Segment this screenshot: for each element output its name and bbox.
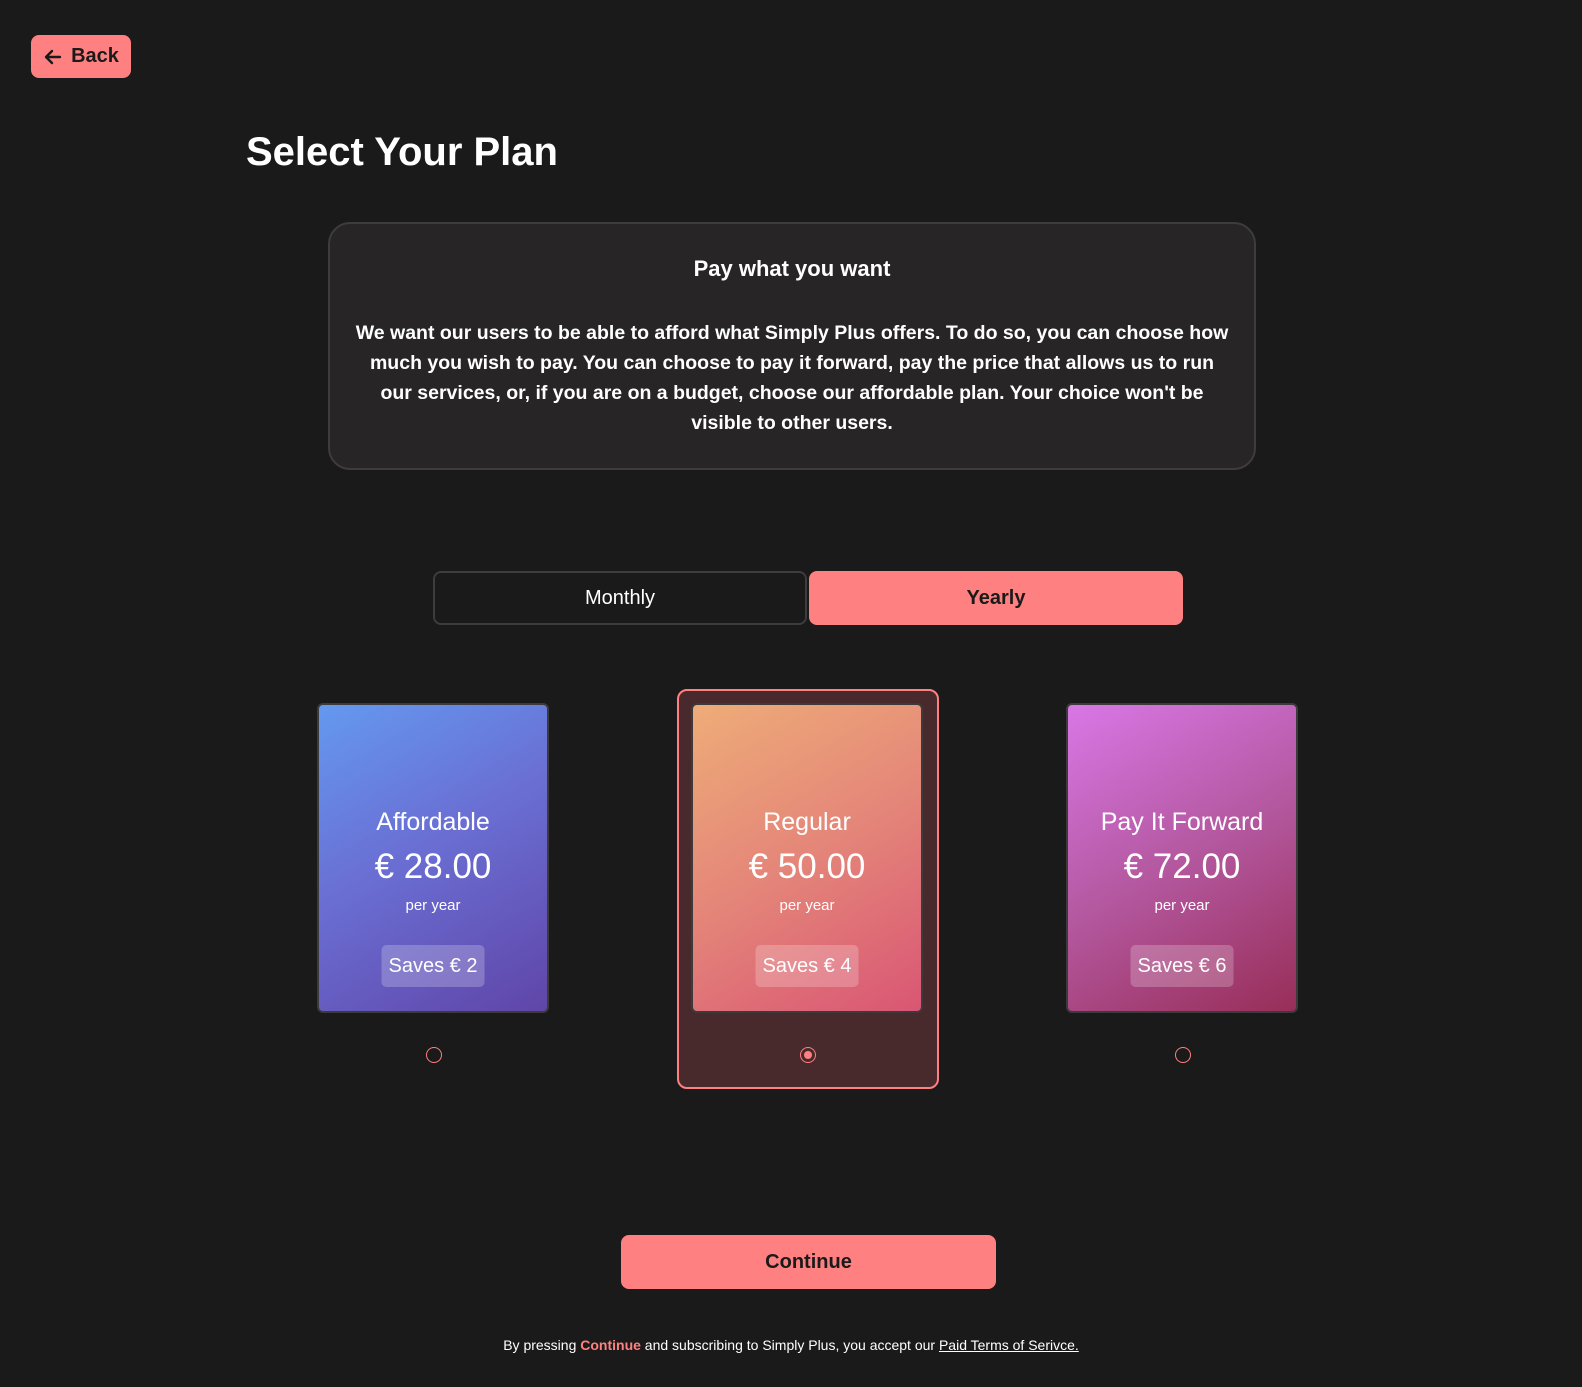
- monthly-toggle-button[interactable]: Monthly: [433, 571, 807, 625]
- plan-card-affordable[interactable]: Affordable € 28.00 per year Saves € 2: [317, 703, 549, 1013]
- plan-card-regular[interactable]: Regular € 50.00 per year Saves € 4: [691, 703, 923, 1013]
- plan-option-regular[interactable]: Regular € 50.00 per year Saves € 4: [677, 689, 939, 1089]
- plan-option-affordable[interactable]: Affordable € 28.00 per year Saves € 2: [303, 689, 565, 1089]
- plan-saves-badge: Saves € 2: [381, 945, 485, 987]
- plan-name: Regular: [763, 808, 851, 836]
- plan-radio-affordable[interactable]: [426, 1047, 442, 1063]
- back-button[interactable]: Back: [31, 35, 131, 78]
- terms-middle: and subscribing to Simply Plus, you acce…: [640, 1337, 939, 1353]
- plan-period: per year: [779, 897, 835, 914]
- plan-price: € 72.00: [1123, 847, 1241, 886]
- plan-card-pay-it-forward[interactable]: Pay It Forward € 72.00 per year Saves € …: [1066, 703, 1298, 1013]
- continue-button[interactable]: Continue: [621, 1235, 996, 1289]
- plan-radio-pay-it-forward[interactable]: [1175, 1047, 1191, 1063]
- info-panel: Pay what you want We want our users to b…: [328, 222, 1256, 470]
- plan-name: Affordable: [376, 808, 490, 836]
- info-title: Pay what you want: [693, 256, 891, 281]
- plan-price: € 50.00: [748, 847, 866, 886]
- terms-note: By pressing Continue and subscribing to …: [0, 1336, 1582, 1354]
- billing-toggle: Monthly Yearly: [433, 571, 1183, 625]
- plan-saves-badge: Saves € 6: [1130, 945, 1234, 987]
- terms-prefix: By pressing: [503, 1337, 581, 1353]
- plan-radio-regular[interactable]: [800, 1047, 816, 1063]
- plan-saves-badge: Saves € 4: [755, 945, 859, 987]
- plan-period: per year: [1154, 897, 1210, 914]
- page-title: Select Your Plan: [246, 130, 558, 174]
- arrow-left-icon: [43, 47, 63, 67]
- yearly-toggle-button[interactable]: Yearly: [809, 571, 1183, 625]
- paid-terms-link[interactable]: Paid Terms of Serivce.: [939, 1337, 1079, 1353]
- back-button-label: Back: [71, 45, 119, 67]
- plan-name: Pay It Forward: [1100, 808, 1264, 836]
- info-text: We want our users to be able to afford w…: [355, 322, 1229, 434]
- plan-price: € 28.00: [374, 847, 492, 886]
- terms-continue-highlight: Continue: [580, 1337, 641, 1353]
- plan-option-pay-it-forward[interactable]: Pay It Forward € 72.00 per year Saves € …: [1052, 689, 1314, 1089]
- plan-period: per year: [405, 897, 461, 914]
